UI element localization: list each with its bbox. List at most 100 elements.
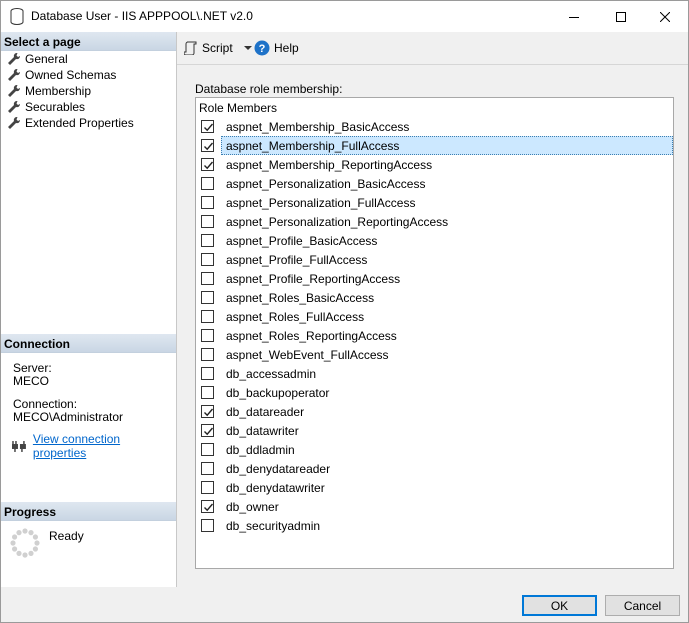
role-name: aspnet_Personalization_ReportingAccess <box>226 215 449 229</box>
toolbar: Script ? Help <box>177 32 688 65</box>
role-row[interactable]: db_datareader <box>197 402 672 421</box>
role-row[interactable]: aspnet_Roles_ReportingAccess <box>197 326 672 345</box>
script-button[interactable]: Script <box>184 39 255 57</box>
role-checkbox[interactable] <box>201 291 214 304</box>
checkmark-icon <box>204 427 214 436</box>
page-item-label: Extended Properties <box>25 116 134 130</box>
role-name: db_backupoperator <box>226 386 330 400</box>
checkmark-icon <box>204 123 214 132</box>
role-row[interactable]: db_securityadmin <box>197 516 672 535</box>
role-name: aspnet_Personalization_BasicAccess <box>226 177 426 191</box>
role-checkbox[interactable] <box>201 424 214 437</box>
role-row[interactable]: aspnet_Profile_ReportingAccess <box>197 269 672 288</box>
window-title: Database User - IIS APPPOOL\.NET v2.0 <box>31 9 253 23</box>
script-label: Script <box>202 41 233 55</box>
ok-button[interactable]: OK <box>522 595 597 616</box>
page-item-general[interactable]: General <box>7 51 68 67</box>
role-name: aspnet_Roles_BasicAccess <box>226 291 375 305</box>
role-row[interactable]: aspnet_Membership_BasicAccess <box>197 117 672 136</box>
role-row[interactable]: aspnet_Personalization_BasicAccess <box>197 174 672 193</box>
role-checkbox[interactable] <box>201 367 214 380</box>
page-item-membership[interactable]: Membership <box>7 83 91 99</box>
role-checkbox[interactable] <box>201 158 214 171</box>
role-name: aspnet_Roles_ReportingAccess <box>226 329 397 343</box>
cancel-button[interactable]: Cancel <box>605 595 680 616</box>
role-row[interactable]: aspnet_WebEvent_FullAccess <box>197 345 672 364</box>
role-checkbox[interactable] <box>201 500 214 513</box>
role-row[interactable]: db_ddladmin <box>197 440 672 459</box>
progress-status: Ready <box>49 529 84 543</box>
role-row[interactable]: aspnet_Membership_FullAccess <box>197 136 673 155</box>
help-button[interactable]: ? Help <box>254 39 299 57</box>
page-item-label: Owned Schemas <box>25 68 117 82</box>
role-checkbox[interactable] <box>201 386 214 399</box>
role-membership-caption: Database role membership: <box>195 82 343 96</box>
role-name: db_datareader <box>226 405 305 419</box>
page-item-extended-properties[interactable]: Extended Properties <box>7 115 134 131</box>
checkmark-icon <box>204 503 214 512</box>
connection-value: MECO\Administrator <box>13 410 124 424</box>
role-name: db_ddladmin <box>226 443 295 457</box>
page-item-label: Securables <box>25 100 86 114</box>
role-membership-list[interactable]: Role Members aspnet_Membership_BasicAcce… <box>195 97 674 569</box>
role-name: aspnet_Profile_FullAccess <box>226 253 368 267</box>
role-name: db_datawriter <box>226 424 299 438</box>
server-label: Server: <box>13 361 52 375</box>
role-checkbox[interactable] <box>201 177 214 190</box>
select-page-header: Select a page <box>1 32 176 51</box>
role-row[interactable]: aspnet_Membership_ReportingAccess <box>197 155 672 174</box>
page-item-label: General <box>25 52 68 66</box>
role-row[interactable]: db_backupoperator <box>197 383 672 402</box>
wrench-icon <box>8 52 21 65</box>
script-icon <box>184 41 197 55</box>
role-row[interactable]: db_datawriter <box>197 421 672 440</box>
role-checkbox[interactable] <box>201 310 214 323</box>
maximize-button[interactable] <box>598 1 644 32</box>
progress-spinner-icon <box>10 528 40 558</box>
role-checkbox[interactable] <box>201 405 214 418</box>
role-row[interactable]: aspnet_Roles_FullAccess <box>197 307 672 326</box>
role-checkbox[interactable] <box>201 120 214 133</box>
role-row[interactable]: aspnet_Profile_BasicAccess <box>197 231 672 250</box>
close-icon <box>660 11 670 22</box>
page-item-owned-schemas[interactable]: Owned Schemas <box>7 67 116 83</box>
role-name: db_owner <box>226 500 279 514</box>
role-checkbox[interactable] <box>201 196 214 209</box>
role-checkbox[interactable] <box>201 443 214 456</box>
role-row[interactable]: db_denydatareader <box>197 459 672 478</box>
role-checkbox[interactable] <box>201 481 214 494</box>
help-label: Help <box>274 41 299 55</box>
role-checkbox[interactable] <box>201 234 214 247</box>
svg-text:?: ? <box>259 43 266 55</box>
role-members-column-header: Role Members <box>199 101 278 115</box>
role-name: db_denydatawriter <box>226 481 325 495</box>
role-row[interactable]: db_accessadmin <box>197 364 672 383</box>
role-row[interactable]: aspnet_Personalization_ReportingAccess <box>197 212 672 231</box>
role-checkbox[interactable] <box>201 462 214 475</box>
minimize-button[interactable] <box>551 1 597 32</box>
page-item-securables[interactable]: Securables <box>7 99 85 115</box>
role-row[interactable]: aspnet_Personalization_FullAccess <box>197 193 672 212</box>
role-name: db_accessadmin <box>226 367 317 381</box>
view-connection-properties-link[interactable]: View connection properties <box>11 432 176 460</box>
role-checkbox[interactable] <box>201 139 214 152</box>
role-checkbox[interactable] <box>201 215 214 228</box>
chevron-down-icon[interactable] <box>241 43 255 53</box>
role-checkbox[interactable] <box>201 519 214 532</box>
role-checkbox[interactable] <box>201 272 214 285</box>
role-row[interactable]: db_denydatawriter <box>197 478 672 497</box>
role-checkbox[interactable] <box>201 329 214 342</box>
role-name: db_securityadmin <box>226 519 321 533</box>
role-row[interactable]: aspnet_Roles_BasicAccess <box>197 288 672 307</box>
role-row[interactable]: db_owner <box>197 497 672 516</box>
close-button[interactable] <box>642 1 688 32</box>
role-name: aspnet_WebEvent_FullAccess <box>226 348 389 362</box>
checkmark-icon <box>204 408 214 417</box>
wrench-icon <box>8 116 21 129</box>
role-checkbox[interactable] <box>201 348 214 361</box>
left-pane: Select a page General Owned Schemas Memb… <box>1 32 177 587</box>
checkmark-icon <box>204 142 214 151</box>
role-checkbox[interactable] <box>201 253 214 266</box>
help-icon: ? <box>254 40 270 56</box>
role-row[interactable]: aspnet_Profile_FullAccess <box>197 250 672 269</box>
